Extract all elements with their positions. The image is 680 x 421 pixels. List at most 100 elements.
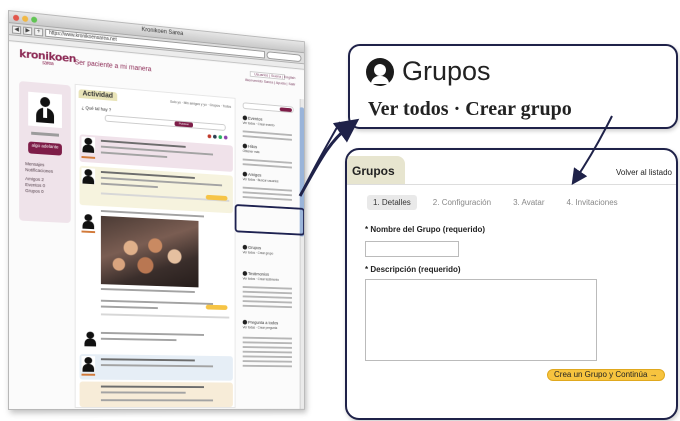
widget-row <box>242 350 292 354</box>
widget-row <box>242 290 292 295</box>
widget-events: Eventos Ver todos · Crear evento <box>242 115 274 127</box>
widget-links[interactable]: Ver todos · Crear grupo <box>243 250 273 255</box>
avatar[interactable] <box>81 136 96 154</box>
widget-title: Testimonios <box>248 271 270 277</box>
testimonials-icon <box>242 271 248 276</box>
feed-text <box>100 358 195 362</box>
feed-text <box>100 288 195 293</box>
widget-links[interactable]: Ver todos · Crear testimonio <box>243 277 279 282</box>
feed-text <box>100 364 214 368</box>
browser-screenshot: Kronikoen Sarea ◀ ▶ + https://www.kronik… <box>8 10 328 415</box>
widget-row <box>242 286 292 290</box>
widget-content <box>242 130 292 143</box>
feed-accent <box>81 156 96 159</box>
widget-milestones: Hitos Obtener más <box>242 143 260 154</box>
widget-ask-everyone: Pregunta a todos Ver todas · Crear pregu… <box>242 319 279 330</box>
avatar[interactable] <box>83 330 94 343</box>
comment-field[interactable] <box>100 313 230 319</box>
wizard-steps: 1. Detalles 2. Configuración 3. Avatar 4… <box>367 195 624 210</box>
avatar[interactable] <box>81 356 96 372</box>
widget-links[interactable]: Obtener más <box>243 149 260 154</box>
feed-accent <box>81 373 96 376</box>
list-item <box>79 354 233 381</box>
list-item <box>80 297 233 328</box>
avatar-head <box>40 96 51 108</box>
feed-text <box>100 305 158 310</box>
privacy-dots <box>207 134 228 140</box>
feed-text <box>100 399 214 402</box>
list-item <box>79 165 233 214</box>
reply-button[interactable] <box>205 304 228 311</box>
dot-purple[interactable] <box>223 135 228 140</box>
milestones-icon <box>242 143 248 149</box>
site-logo[interactable]: kronikoen sarea <box>19 47 76 69</box>
browser-window: Kronikoen Sarea ◀ ▶ + https://www.kronik… <box>8 10 305 410</box>
avatar-tie <box>43 107 48 119</box>
widget-title: Pregunta a todos <box>248 319 279 326</box>
avatar[interactable] <box>81 212 96 230</box>
tab-activity[interactable]: Actividad <box>78 89 117 102</box>
widget-row <box>242 135 292 141</box>
widget-row <box>242 336 292 340</box>
feed-text <box>100 151 168 158</box>
widget-content <box>242 336 292 370</box>
feed-text <box>100 337 177 342</box>
back-button[interactable]: ◀ <box>12 24 22 34</box>
search-button[interactable] <box>279 107 292 113</box>
widget-content <box>242 158 292 172</box>
tab-avatar[interactable]: 3. Avatar <box>507 195 550 210</box>
widget-row <box>242 360 292 363</box>
feed-text <box>100 299 214 305</box>
widget-row <box>242 346 292 349</box>
site-tagline: Ser paciente a mi manera <box>74 59 152 74</box>
widget-row <box>242 300 292 304</box>
description-field[interactable] <box>365 279 597 361</box>
dot-green[interactable] <box>218 135 223 140</box>
avatar[interactable] <box>81 167 96 185</box>
tab-settings[interactable]: 2. Configuración <box>427 195 497 210</box>
groups-widget-zoom: Grupos Ver todos · Crear grupo <box>348 44 678 129</box>
groups-title: Grupos <box>402 56 491 86</box>
feed-text <box>100 331 204 336</box>
create-group-button[interactable]: Crea un Grupo y Continúa → <box>547 369 665 381</box>
forward-button[interactable]: ▶ <box>23 26 33 35</box>
page-title: Grupos <box>352 164 395 178</box>
dot-dark[interactable] <box>213 134 217 139</box>
form-panel: 1. Detalles 2. Configuración 3. Avatar 4… <box>347 184 676 418</box>
right-column: Eventos Ver todos · Crear evento Hitos O… <box>241 102 295 410</box>
widget-row <box>242 304 292 309</box>
user-silhouette-icon <box>36 96 55 124</box>
widget-groups: Grupos Ver todos · Crear grupo <box>242 244 273 255</box>
list-item <box>79 381 233 408</box>
whats-up-label: ¿ Qué tal hay ? <box>81 105 112 113</box>
profile-sidebar: algo adelante Mensajes Notificaciones Am… <box>19 80 71 224</box>
widget-content <box>242 286 292 311</box>
status-input[interactable] <box>104 114 226 131</box>
avatar[interactable] <box>28 91 62 129</box>
widget-links[interactable]: Ver todas · Crear pregunta <box>243 325 279 330</box>
tab-details[interactable]: 1. Detalles <box>367 195 417 210</box>
groups-highlight-box <box>234 204 305 236</box>
group-name-field[interactable] <box>365 241 459 257</box>
create-group-form-zoom: Grupos Volver al listado 1. Detalles 2. … <box>345 148 678 420</box>
user-name-placeholder <box>31 131 59 137</box>
activity-feed: Actividad Solo yo · Mis amigos y yo · Gr… <box>74 83 236 408</box>
group-name-label: * Nombre del Grupo (requerido) <box>365 225 486 234</box>
right-search-input[interactable] <box>242 102 294 114</box>
activity-filter[interactable]: Solo yo · Mis amigos y yo · Grupos · Tod… <box>170 100 231 109</box>
dot-red[interactable] <box>207 134 212 139</box>
add-bookmark-button[interactable]: + <box>34 27 44 36</box>
sidebar-item-groups[interactable]: Grupos 0 <box>25 188 53 196</box>
widget-friends: Amigos Ver todos · Buscar usuarios <box>242 171 278 183</box>
widget-row <box>242 191 292 197</box>
sidebar-links: Mensajes Notificaciones Amigos 2 Eventos… <box>25 161 53 195</box>
groups-icon <box>242 244 248 250</box>
groups-links[interactable]: Ver todos · Crear grupo <box>368 98 572 121</box>
tab-invitations[interactable]: 4. Invitaciones <box>561 195 624 210</box>
back-to-list-link[interactable]: Volver al listado <box>616 168 672 177</box>
list-item <box>80 209 233 298</box>
events-icon <box>242 115 248 121</box>
say-something-button[interactable]: algo adelante <box>28 141 62 156</box>
group-photo[interactable] <box>100 215 199 288</box>
widget-title: Amigos <box>248 172 262 178</box>
